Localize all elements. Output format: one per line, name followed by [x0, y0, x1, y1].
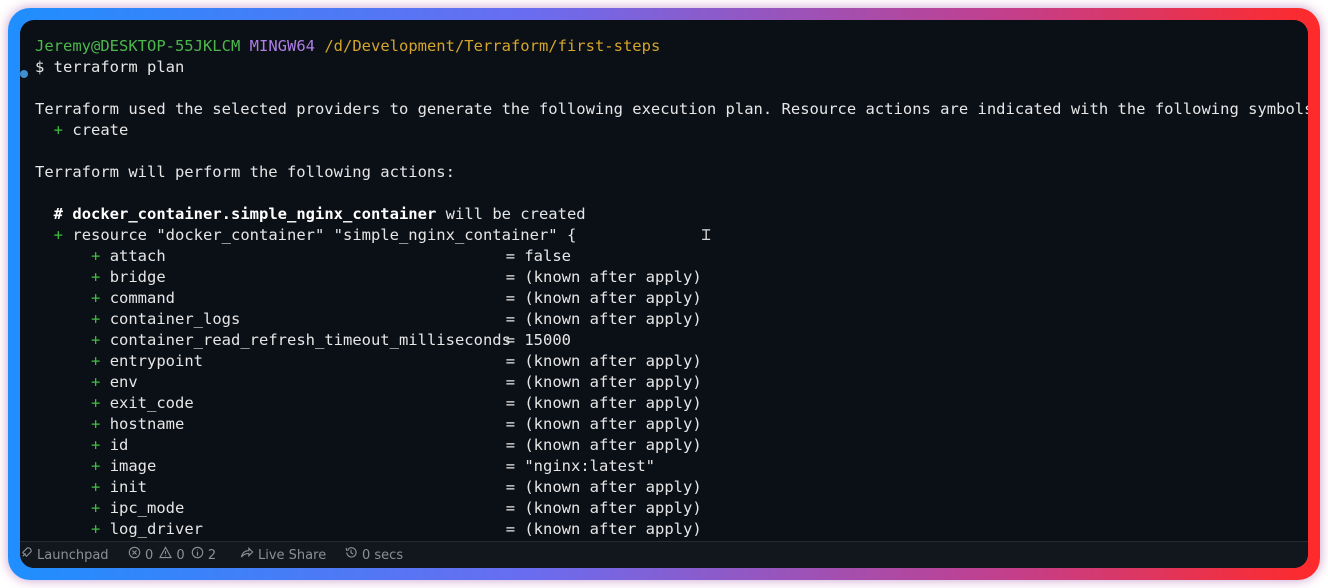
attribute-row: + container_read_refresh_timeout_millise… — [35, 330, 571, 351]
prompt-path: /d/Development/Terraform/first-steps — [324, 37, 661, 55]
timer-button[interactable]: 0 secs — [344, 542, 403, 568]
window-gradient-border: Jeremy@DESKTOP-55JKLCM MINGW64 /d/Develo… — [8, 8, 1320, 580]
live-share-button[interactable]: Live Share — [240, 542, 326, 568]
resource-declaration: + resource "docker_container" "simple_ng… — [35, 225, 577, 246]
attribute-name: exit_code — [109, 394, 194, 412]
command-line: $ terraform plan — [35, 58, 185, 76]
attribute-name: container_logs — [109, 310, 241, 328]
attribute-name: entrypoint — [109, 352, 204, 370]
plus-symbol: + — [91, 310, 101, 328]
prompt-user-host: Jeremy@DESKTOP-55JKLCM — [35, 37, 241, 55]
attribute-row: + init = (known after apply) — [35, 477, 702, 498]
resource-comment-hash: # — [53, 205, 64, 223]
plus-symbol: + — [91, 499, 101, 517]
plus-symbol: + — [53, 226, 64, 244]
warning-triangle-icon — [159, 542, 173, 568]
plus-symbol: + — [91, 457, 101, 475]
resource-comment: # docker_container.simple_nginx_containe… — [35, 204, 586, 225]
actions-heading: Terraform will perform the following act… — [35, 163, 455, 181]
info-count: 2 — [207, 548, 217, 563]
attribute-row: + id = (known after apply) — [35, 435, 702, 456]
attribute-row: + ipc_mode = (known after apply) — [35, 498, 702, 519]
launchpad-button[interactable]: Launchpad — [20, 542, 109, 568]
intro-line: Terraform used the selected providers to… — [35, 100, 1308, 118]
attribute-value: = (known after apply) — [505, 520, 702, 538]
attribute-row: + exit_code = (known after apply) — [35, 393, 702, 414]
attribute-name: id — [109, 436, 129, 454]
attribute-value: = (known after apply) — [505, 268, 702, 286]
plus-symbol: + — [91, 352, 101, 370]
attribute-name: image — [109, 457, 157, 475]
plus-symbol: + — [91, 478, 101, 496]
attribute-value: = (known after apply) — [505, 499, 702, 517]
create-label: create — [72, 121, 129, 139]
launchpad-label: Launchpad — [37, 548, 109, 563]
attribute-row: + bridge = (known after apply) — [35, 267, 702, 288]
attribute-row: + container_logs = (known after apply) — [35, 309, 702, 330]
status-bar: Launchpad 0 0 2 Live Share 0 secs — [20, 541, 1308, 568]
plus-symbol: + — [91, 394, 101, 412]
attribute-row: + hostname = (known after apply) — [35, 414, 702, 435]
resource-address: docker_container.simple_nginx_container — [72, 205, 437, 223]
rocket-icon — [20, 542, 33, 568]
attribute-value: = (known after apply) — [505, 415, 702, 433]
attribute-value: = (known after apply) — [505, 352, 702, 370]
history-clock-icon — [344, 542, 358, 568]
attribute-row: + image = "nginx:latest" — [35, 456, 655, 477]
attribute-name: hostname — [109, 415, 185, 433]
live-share-icon — [240, 542, 254, 568]
attribute-name: log_driver — [109, 520, 204, 538]
plus-symbol: + — [91, 247, 101, 265]
attribute-name: env — [109, 373, 138, 391]
terminal-output[interactable]: Jeremy@DESKTOP-55JKLCM MINGW64 /d/Develo… — [20, 20, 1308, 540]
attribute-row: + log_driver = (known after apply) — [35, 519, 702, 540]
attribute-value: = 15000 — [505, 331, 572, 349]
attribute-value: = (known after apply) — [505, 373, 702, 391]
warning-count: 0 — [176, 548, 185, 563]
plus-symbol: + — [91, 268, 101, 286]
plus-symbol: + — [91, 331, 101, 349]
live-share-label: Live Share — [258, 548, 327, 563]
attribute-value: = (known after apply) — [505, 478, 702, 496]
command-marker-icon — [20, 70, 28, 78]
error-count: 0 — [145, 548, 154, 563]
terminal-window: Jeremy@DESKTOP-55JKLCM MINGW64 /d/Develo… — [20, 20, 1308, 568]
plus-symbol: + — [91, 436, 101, 454]
attribute-name: attach — [109, 247, 166, 265]
text-cursor-icon: Ɪ — [702, 226, 711, 244]
attribute-row: + attach = false — [35, 246, 571, 267]
plus-symbol: + — [91, 289, 101, 307]
attribute-value: = (known after apply) — [505, 310, 702, 328]
attribute-name: init — [109, 478, 148, 496]
attribute-name: container_read_refresh_timeout_milliseco… — [109, 331, 511, 349]
attribute-value: = (known after apply) — [505, 436, 702, 454]
attribute-name: command — [109, 289, 176, 307]
plus-symbol: + — [91, 373, 101, 391]
attribute-row: + command = (known after apply) — [35, 288, 702, 309]
problems-button[interactable]: 0 0 2 — [128, 542, 216, 568]
attribute-name: bridge — [109, 268, 166, 286]
timer-label: 0 secs — [362, 548, 404, 563]
plus-symbol: + — [91, 415, 101, 433]
attribute-value: = (known after apply) — [505, 394, 702, 412]
attribute-value: = "nginx:latest" — [505, 457, 655, 475]
resource-comment-tail: will be created — [445, 205, 586, 223]
attribute-value: = (known after apply) — [505, 289, 702, 307]
attribute-value: = false — [505, 247, 572, 265]
attribute-row: + env = (known after apply) — [35, 372, 702, 393]
plus-symbol: + — [53, 121, 64, 139]
info-circle-icon — [191, 542, 204, 568]
prompt-system: MINGW64 — [249, 37, 315, 55]
attribute-row: + entrypoint = (known after apply) — [35, 351, 702, 372]
symbol-legend: + create — [35, 120, 129, 141]
attribute-name: ipc_mode — [109, 499, 185, 517]
error-circle-icon — [128, 542, 141, 568]
prompt-line: Jeremy@DESKTOP-55JKLCM MINGW64 /d/Develo… — [35, 36, 660, 57]
plus-symbol: + — [91, 520, 101, 538]
resource-decl-text: resource "docker_container" "simple_ngin… — [72, 226, 577, 244]
